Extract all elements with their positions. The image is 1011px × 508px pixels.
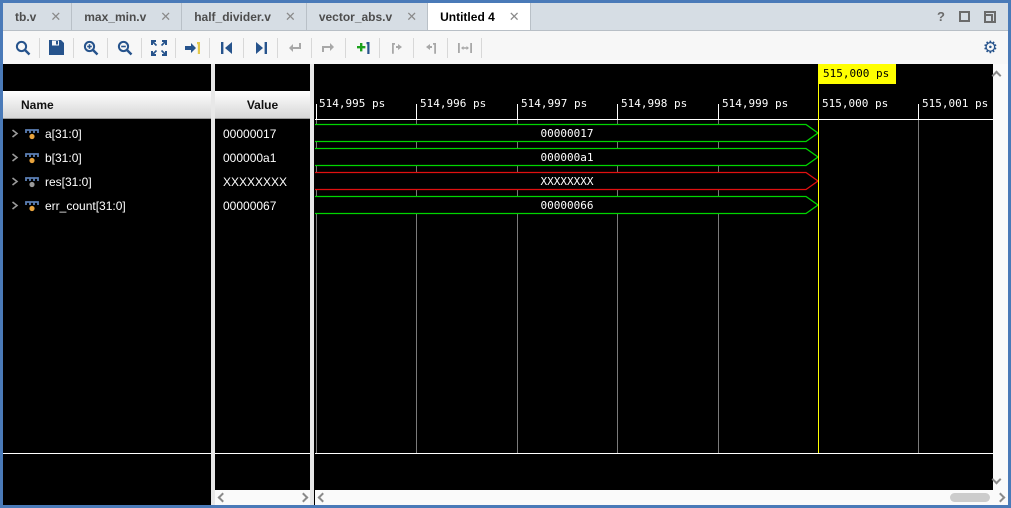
previous-transition-icon[interactable] <box>213 36 240 60</box>
zoom-fit-icon[interactable] <box>145 36 172 60</box>
panel-divider-line <box>215 453 310 454</box>
tab-label: tb.v <box>15 10 36 24</box>
waveform-window: tb.v ✕ max_min.v ✕ half_divider.v ✕ vect… <box>0 0 1011 508</box>
signal-value: 00000017 <box>223 122 276 146</box>
waveform-vertical-scrollbar[interactable] <box>993 64 1008 490</box>
waveform-content: Name a[31:0] b[31:0] res[31:0] <box>3 64 1008 505</box>
signal-row-res[interactable]: res[31:0] <box>3 170 211 194</box>
signal-names-panel: Name a[31:0] b[31:0] res[31:0] <box>3 64 211 505</box>
bus-signal-icon <box>25 152 39 164</box>
signal-name: b[31:0] <box>45 151 82 165</box>
name-column-header[interactable]: Name <box>3 91 211 119</box>
search-icon[interactable] <box>9 36 36 60</box>
next-marker-icon <box>417 36 444 60</box>
zoom-out-icon[interactable] <box>111 36 138 60</box>
close-icon[interactable]: ✕ <box>509 9 520 25</box>
waveform-toolbar: ⚙ <box>3 31 1008 64</box>
bus-signal-icon <box>25 128 39 140</box>
waveform-horizontal-scrollbar[interactable] <box>315 490 993 505</box>
axis-tick <box>517 104 518 119</box>
close-icon[interactable]: ✕ <box>50 9 61 25</box>
expand-chevron-icon[interactable] <box>11 127 19 141</box>
waveform-footer-strip <box>315 454 993 490</box>
tab-tb-v[interactable]: tb.v ✕ <box>3 3 72 30</box>
zoom-to-cursor-icon[interactable] <box>179 36 206 60</box>
bus-wave-value: 000000a1 <box>541 151 594 164</box>
window-controls: ? <box>937 3 1008 30</box>
axis-tick-label: 514,996 ps <box>420 97 486 110</box>
scrollbar-thumb[interactable] <box>950 493 990 502</box>
bus-wave-value: XXXXXXXX <box>541 175 594 188</box>
scroll-right-icon[interactable] <box>296 491 310 505</box>
expand-chevron-icon[interactable] <box>11 199 19 213</box>
axis-tick <box>617 104 618 119</box>
signal-row-a[interactable]: a[31:0] <box>3 122 211 146</box>
tab-vector-abs-v[interactable]: vector_abs.v ✕ <box>307 3 428 30</box>
expand-chevron-icon[interactable] <box>11 175 19 189</box>
signal-name: res[31:0] <box>45 175 92 189</box>
zoom-in-icon[interactable] <box>77 36 104 60</box>
waveform-plot-area[interactable]: 515,000 ps 514,995 ps 514,996 ps 514,997… <box>315 64 993 505</box>
snap-cursor-icon <box>315 36 342 60</box>
tab-untitled-4[interactable]: Untitled 4 ✕ <box>428 3 531 30</box>
panel-splitter[interactable] <box>310 64 314 505</box>
tab-label: vector_abs.v <box>319 10 392 24</box>
save-icon[interactable] <box>43 36 70 60</box>
signal-row-err-count[interactable]: err_count[31:0] <box>3 194 211 218</box>
close-icon[interactable]: ✕ <box>160 9 171 25</box>
previous-marker-icon <box>383 36 410 60</box>
bus-signal-icon <box>25 200 39 212</box>
bus-signal-unknown-icon <box>25 176 39 188</box>
tab-max-min-v[interactable]: max_min.v ✕ <box>72 3 182 30</box>
scroll-right-icon[interactable] <box>993 490 1008 505</box>
tab-bar: tb.v ✕ max_min.v ✕ half_divider.v ✕ vect… <box>3 3 1008 31</box>
signal-value: 000000a1 <box>223 146 276 170</box>
float-window-icon[interactable] <box>984 11 996 23</box>
expand-chevron-icon[interactable] <box>11 151 19 165</box>
bus-wave-value: 00000017 <box>541 127 594 140</box>
scroll-left-icon[interactable] <box>315 491 329 505</box>
settings-gear-icon[interactable]: ⚙ <box>983 38 998 58</box>
tab-label: half_divider.v <box>194 10 271 24</box>
value-column-header[interactable]: Value <box>215 91 310 119</box>
axis-tick-label: 514,997 ps <box>521 97 587 110</box>
signal-value: XXXXXXXX <box>223 170 287 194</box>
axis-tick <box>316 104 317 119</box>
axis-tick-label: 514,998 ps <box>621 97 687 110</box>
interval-icon <box>451 36 478 60</box>
help-icon[interactable]: ? <box>937 9 945 24</box>
axis-tick-label: 515,000 ps <box>822 97 888 110</box>
maximize-icon[interactable] <box>959 11 970 22</box>
cursor-time-badge[interactable]: 515,000 ps <box>818 64 896 84</box>
bus-waveforms: 00000017 000000a1 XXXXXXXX 00000066 <box>315 120 993 220</box>
signal-name: a[31:0] <box>45 127 82 141</box>
bus-wave-value: 00000066 <box>541 199 594 212</box>
close-icon[interactable]: ✕ <box>406 9 417 25</box>
tab-half-divider-v[interactable]: half_divider.v ✕ <box>182 3 307 30</box>
axis-tick <box>918 104 919 119</box>
axis-tick <box>718 104 719 119</box>
panel-divider-line <box>3 453 211 454</box>
scroll-left-icon[interactable] <box>215 491 229 505</box>
signal-value: 00000067 <box>223 194 276 218</box>
next-transition-icon[interactable] <box>247 36 274 60</box>
swap-cursor-icon <box>281 36 308 60</box>
time-cursor-line[interactable] <box>818 84 819 453</box>
tab-label: max_min.v <box>84 10 146 24</box>
signal-row-b[interactable]: b[31:0] <box>3 146 211 170</box>
add-marker-icon[interactable] <box>349 36 376 60</box>
axis-tick-label: 514,995 ps <box>319 97 385 110</box>
signal-name: err_count[31:0] <box>45 199 126 213</box>
values-horizontal-scrollbar[interactable] <box>215 490 310 505</box>
axis-tick <box>416 104 417 119</box>
axis-tick-label: 514,999 ps <box>722 97 788 110</box>
signal-values-panel: Value 00000017 000000a1 XXXXXXXX 0000006… <box>215 64 310 505</box>
axis-tick-label: 515,001 ps <box>922 97 988 110</box>
close-icon[interactable]: ✕ <box>285 9 296 25</box>
tab-label: Untitled 4 <box>440 10 495 24</box>
